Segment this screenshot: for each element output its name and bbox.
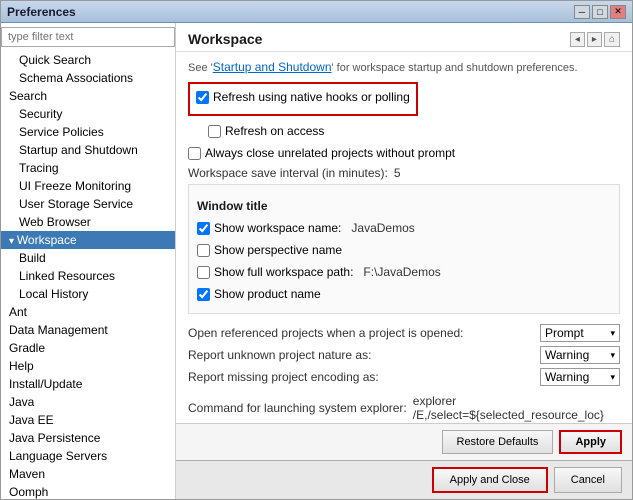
window-title: Preferences — [7, 5, 76, 19]
always-close-row: Always close unrelated projects without … — [188, 144, 620, 162]
save-interval-label: Workspace save interval (in minutes): — [188, 166, 388, 180]
sidebar-item-local-history[interactable]: Local History — [1, 285, 175, 303]
show-full-workspace-label: Show full workspace path: — [214, 265, 353, 279]
always-close-checkbox[interactable] — [188, 147, 201, 160]
save-interval-value: 5 — [394, 166, 401, 180]
sidebar-item-web-browser[interactable]: Web Browser — [1, 213, 175, 231]
refresh-access-label: Refresh on access — [225, 124, 324, 138]
command-row: Command for launching system explorer: e… — [188, 394, 620, 422]
report-unknown-row: Report unknown project nature as: Warnin… — [188, 346, 620, 364]
apply-close-button[interactable]: Apply and Close — [432, 467, 548, 493]
command-value: explorer /E,/select=${selected_resource_… — [413, 394, 620, 422]
open-referenced-row: Open referenced projects when a project … — [188, 324, 620, 342]
save-interval-row: Workspace save interval (in minutes): 5 — [188, 166, 620, 180]
sidebar-item-schema-associations[interactable]: Schema Associations — [1, 69, 175, 87]
report-missing-label: Report missing project encoding as: — [188, 370, 540, 384]
report-missing-value: Warning — [545, 370, 589, 384]
content-area: Quick Search Schema Associations Search … — [1, 23, 632, 499]
report-missing-dropdown[interactable]: Warning ▾ — [540, 368, 620, 386]
sidebar-item-install-update[interactable]: Install/Update — [1, 375, 175, 393]
show-product-name-checkbox[interactable] — [197, 288, 210, 301]
sidebar-item-startup-shutdown[interactable]: Startup and Shutdown — [1, 141, 175, 159]
sidebar-item-service-policies[interactable]: Service Policies — [1, 123, 175, 141]
sidebar: Quick Search Schema Associations Search … — [1, 23, 176, 499]
sidebar-item-linked-resources[interactable]: Linked Resources — [1, 267, 175, 285]
window-controls: ─ □ ✕ — [574, 5, 626, 19]
open-referenced-dropdown[interactable]: Prompt ▾ — [540, 324, 620, 342]
sidebar-item-gradle[interactable]: Gradle — [1, 339, 175, 357]
sidebar-item-java-persistence[interactable]: Java Persistence — [1, 429, 175, 447]
sidebar-item-java[interactable]: Java — [1, 393, 175, 411]
restore-defaults-button[interactable]: Restore Defaults — [442, 430, 554, 454]
show-full-workspace-value: F:\JavaDemos — [363, 265, 440, 279]
refresh-native-box: Refresh using native hooks or polling — [188, 82, 418, 116]
sidebar-item-language-servers[interactable]: Language Servers — [1, 447, 175, 465]
panel-header: Workspace ◂ ▸ ⌂ — [176, 23, 632, 52]
maximize-button[interactable]: □ — [592, 5, 608, 19]
page-title: Workspace — [188, 31, 262, 47]
sidebar-item-build[interactable]: Build — [1, 249, 175, 267]
nav-buttons: ◂ ▸ ⌂ — [570, 32, 620, 47]
nav-home-button[interactable]: ⌂ — [604, 32, 620, 47]
window-title-section: Window title Show workspace name: JavaDe… — [188, 184, 620, 314]
footer-buttons: Apply and Close Cancel — [176, 460, 632, 499]
bottom-buttons: Restore Defaults Apply — [176, 423, 632, 460]
open-referenced-arrow: ▾ — [610, 328, 615, 339]
report-unknown-arrow: ▾ — [610, 350, 615, 361]
show-workspace-name-label: Show workspace name: — [214, 221, 341, 235]
sidebar-item-security[interactable]: Security — [1, 105, 175, 123]
show-perspective-name-row: Show perspective name — [197, 241, 611, 259]
nav-back-button[interactable]: ◂ — [570, 32, 585, 47]
refresh-native-checkbox[interactable] — [196, 91, 209, 104]
sidebar-item-ui-freeze[interactable]: UI Freeze Monitoring — [1, 177, 175, 195]
show-full-workspace-row: Show full workspace path: F:\JavaDemos — [197, 263, 611, 281]
show-product-name-label: Show product name — [214, 287, 321, 301]
apply-button[interactable]: Apply — [559, 430, 622, 454]
sidebar-item-help[interactable]: Help — [1, 357, 175, 375]
main-panel: Workspace ◂ ▸ ⌂ See 'Startup and Shutdow… — [176, 23, 632, 499]
nav-forward-button[interactable]: ▸ — [587, 32, 602, 47]
window-title-heading: Window title — [197, 199, 611, 213]
minimize-button[interactable]: ─ — [574, 5, 590, 19]
sidebar-item-workspace[interactable]: Workspace — [1, 231, 175, 249]
title-bar: Preferences ─ □ ✕ — [1, 1, 632, 23]
description-line: See 'Startup and Shutdown' for workspace… — [188, 60, 620, 74]
panel-content: See 'Startup and Shutdown' for workspace… — [176, 52, 632, 423]
sidebar-item-quick-search[interactable]: Quick Search — [1, 51, 175, 69]
show-perspective-name-checkbox[interactable] — [197, 244, 210, 257]
show-workspace-name-row: Show workspace name: JavaDemos — [197, 219, 611, 237]
report-missing-arrow: ▾ — [610, 372, 615, 383]
open-referenced-value: Prompt — [545, 326, 584, 340]
sidebar-item-user-storage[interactable]: User Storage Service — [1, 195, 175, 213]
refresh-access-checkbox[interactable] — [208, 125, 221, 138]
sidebar-item-oomph[interactable]: Oomph — [1, 483, 175, 499]
command-label: Command for launching system explorer: — [188, 401, 407, 415]
refresh-native-label: Refresh using native hooks or polling — [213, 90, 410, 104]
sidebar-item-ant[interactable]: Ant — [1, 303, 175, 321]
sidebar-item-search[interactable]: Search — [1, 87, 175, 105]
report-unknown-value: Warning — [545, 348, 589, 362]
show-workspace-name-value: JavaDemos — [351, 221, 414, 235]
sidebar-item-maven[interactable]: Maven — [1, 465, 175, 483]
sidebar-item-data-management[interactable]: Data Management — [1, 321, 175, 339]
close-button[interactable]: ✕ — [610, 5, 626, 19]
show-product-name-row: Show product name — [197, 285, 611, 303]
preferences-window: Preferences ─ □ ✕ Quick Search Schema As… — [0, 0, 633, 500]
report-unknown-dropdown[interactable]: Warning ▾ — [540, 346, 620, 364]
report-unknown-label: Report unknown project nature as: — [188, 348, 540, 362]
startup-shutdown-link[interactable]: Startup and Shutdown — [213, 60, 332, 74]
show-workspace-name-checkbox[interactable] — [197, 222, 210, 235]
always-close-label: Always close unrelated projects without … — [205, 146, 455, 160]
refresh-access-row: Refresh on access — [188, 122, 620, 140]
report-missing-row: Report missing project encoding as: Warn… — [188, 368, 620, 386]
sidebar-item-java-ee[interactable]: Java EE — [1, 411, 175, 429]
refresh-native-row: Refresh using native hooks or polling — [196, 88, 410, 106]
cancel-button[interactable]: Cancel — [554, 467, 622, 493]
open-referenced-label: Open referenced projects when a project … — [188, 326, 540, 340]
show-perspective-name-label: Show perspective name — [214, 243, 342, 257]
sidebar-item-tracing[interactable]: Tracing — [1, 159, 175, 177]
show-full-workspace-checkbox[interactable] — [197, 266, 210, 279]
filter-input[interactable] — [1, 27, 175, 47]
